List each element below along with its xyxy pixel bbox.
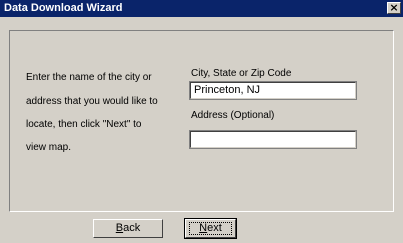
instruction-line-2: address that you would like to xyxy=(26,96,158,107)
city-field-label: City, State or Zip Code xyxy=(191,68,292,79)
back-button-mnemonic: B xyxy=(115,222,124,234)
instruction-line-4: view map. xyxy=(26,142,72,153)
instruction-line-3: locate, then click "Next" to xyxy=(26,119,142,130)
focus-rectangle xyxy=(189,222,232,235)
address-field-label: Address (Optional) xyxy=(191,110,275,121)
next-button[interactable]: Next xyxy=(184,218,237,239)
back-button-label: ack xyxy=(123,222,141,234)
back-button[interactable]: Back xyxy=(93,219,163,238)
title-bar[interactable]: Data Download Wizard × xyxy=(0,0,403,17)
close-icon: × xyxy=(389,1,399,14)
close-button[interactable]: × xyxy=(387,1,401,14)
city-input[interactable]: Princeton, NJ xyxy=(189,81,357,100)
address-input[interactable] xyxy=(189,130,357,149)
window-title: Data Download Wizard xyxy=(4,2,123,14)
wizard-window: Data Download Wizard × Enter the name of… xyxy=(0,0,403,243)
instruction-line-1: Enter the name of the city or xyxy=(26,72,152,83)
